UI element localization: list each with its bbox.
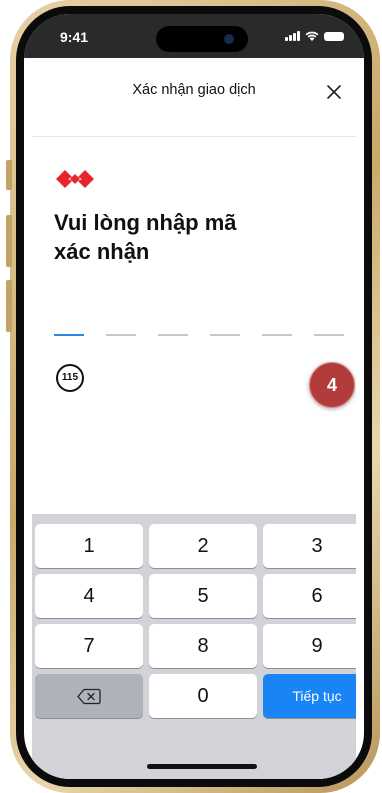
phone-screen: 9:41 Xác nhận giao dịch Vui lòng nhập mã… <box>24 14 364 779</box>
key-9[interactable]: 9 <box>263 624 356 668</box>
key-6[interactable]: 6 <box>263 574 356 618</box>
countdown-timer: 115 <box>56 364 84 392</box>
dynamic-island <box>156 26 248 52</box>
status-icons <box>285 31 344 41</box>
otp-digit-3[interactable] <box>158 334 188 336</box>
otp-input[interactable] <box>54 334 344 336</box>
otp-digit-4[interactable] <box>210 334 240 336</box>
otp-digit-1[interactable] <box>54 334 84 336</box>
otp-digit-2[interactable] <box>106 334 136 336</box>
otp-digit-5[interactable] <box>262 334 292 336</box>
heading-line-2: xác nhận <box>54 239 150 264</box>
camera-icon <box>224 34 234 44</box>
key-7[interactable]: 7 <box>35 624 143 668</box>
mute-switch <box>6 160 12 190</box>
backspace-key[interactable] <box>35 674 143 718</box>
volume-up-button <box>6 215 12 267</box>
wifi-icon <box>305 31 319 41</box>
key-5[interactable]: 5 <box>149 574 257 618</box>
close-icon[interactable] <box>324 82 344 102</box>
step-badge: 4 <box>309 362 355 408</box>
key-0[interactable]: 0 <box>149 674 257 718</box>
backspace-icon <box>77 688 101 704</box>
home-indicator <box>147 764 257 769</box>
volume-down-button <box>6 280 12 332</box>
confirmation-sheet: Xác nhận giao dịch Vui lòng nhập mã xác … <box>32 58 356 779</box>
page-title: Xác nhận giao dịch <box>132 82 256 98</box>
sheet-header: Xác nhận giao dịch <box>32 58 356 137</box>
numeric-keypad: 1 2 3 4 5 6 7 8 9 0 Tiếp tục <box>32 514 356 779</box>
key-4[interactable]: 4 <box>35 574 143 618</box>
status-bar: 9:41 <box>24 14 364 58</box>
continue-button[interactable]: Tiếp tục <box>263 674 356 718</box>
instruction-heading: Vui lòng nhập mã xác nhận <box>54 208 344 266</box>
battery-icon <box>324 32 344 41</box>
key-3[interactable]: 3 <box>263 524 356 568</box>
key-8[interactable]: 8 <box>149 624 257 668</box>
status-time: 9:41 <box>60 29 89 45</box>
heading-line-1: Vui lòng nhập mã <box>54 210 237 235</box>
otp-digit-6[interactable] <box>314 334 344 336</box>
signal-icon <box>285 31 300 41</box>
key-2[interactable]: 2 <box>149 524 257 568</box>
bank-logo <box>56 170 94 188</box>
key-1[interactable]: 1 <box>35 524 143 568</box>
